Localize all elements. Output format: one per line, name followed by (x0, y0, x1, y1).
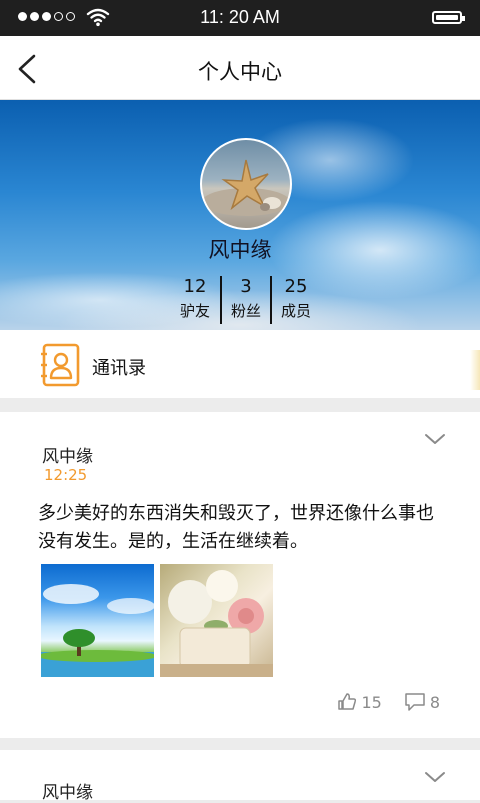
comment-button[interactable]: 8 (404, 692, 440, 712)
post-photo-landscape[interactable] (41, 564, 154, 677)
nav-bar: 个人中心 (0, 36, 480, 100)
contacts-icon (41, 343, 80, 387)
post-card: 风中缘 (0, 750, 480, 803)
status-bar: 11: 20 AM (0, 0, 480, 36)
comment-count: 8 (429, 692, 440, 712)
stat-label: 成员 (280, 302, 311, 320)
post-actions: 15 8 (337, 692, 440, 712)
stat-label: 粉丝 (230, 302, 261, 320)
stat-value: 12 (183, 276, 207, 297)
like-count: 15 (361, 692, 382, 712)
edge-highlight (470, 350, 480, 390)
post-photo-flowers[interactable] (160, 564, 273, 677)
page-title: 个人中心 (198, 60, 282, 84)
like-button[interactable]: 15 (337, 692, 382, 712)
comment-icon (405, 693, 425, 711)
post-time: 12:25 (44, 466, 88, 484)
stat-value: 3 (240, 276, 252, 297)
stat-friends[interactable]: 12 驴友 (170, 276, 220, 324)
contacts-row[interactable]: 通讯录 (0, 330, 480, 398)
status-time: 11: 20 AM (200, 7, 280, 27)
contacts-label: 通讯录 (92, 358, 146, 379)
profile-stats: 12 驴友 3 粉丝 25 成员 (170, 276, 320, 324)
post-text: 多少美好的东西消失和毁灭了，世界还像什么事也没有发生。是的，生活在继续着。 (38, 503, 434, 552)
like-icon (338, 693, 357, 710)
post-author[interactable]: 风中缘 (42, 778, 93, 803)
profile-banner: 风中缘 12 驴友 3 粉丝 25 成员 (0, 100, 480, 330)
post-card: 风中缘 12:25 多少美好的东西消失和毁灭了，世界还像什么事也没有发生。是的，… (0, 412, 480, 738)
avatar[interactable] (200, 138, 292, 230)
profile-name: 风中缘 (208, 238, 272, 262)
starfish-image (202, 159, 290, 216)
stat-value: 25 (284, 276, 308, 297)
post-author[interactable]: 风中缘 (42, 442, 93, 467)
battery-icon (432, 11, 465, 24)
stat-fans[interactable]: 3 粉丝 (220, 276, 270, 324)
stat-members[interactable]: 25 成员 (270, 276, 320, 324)
chevron-down-icon[interactable] (424, 770, 446, 784)
stat-label: 驴友 (179, 302, 210, 320)
chevron-down-icon[interactable] (424, 432, 446, 446)
